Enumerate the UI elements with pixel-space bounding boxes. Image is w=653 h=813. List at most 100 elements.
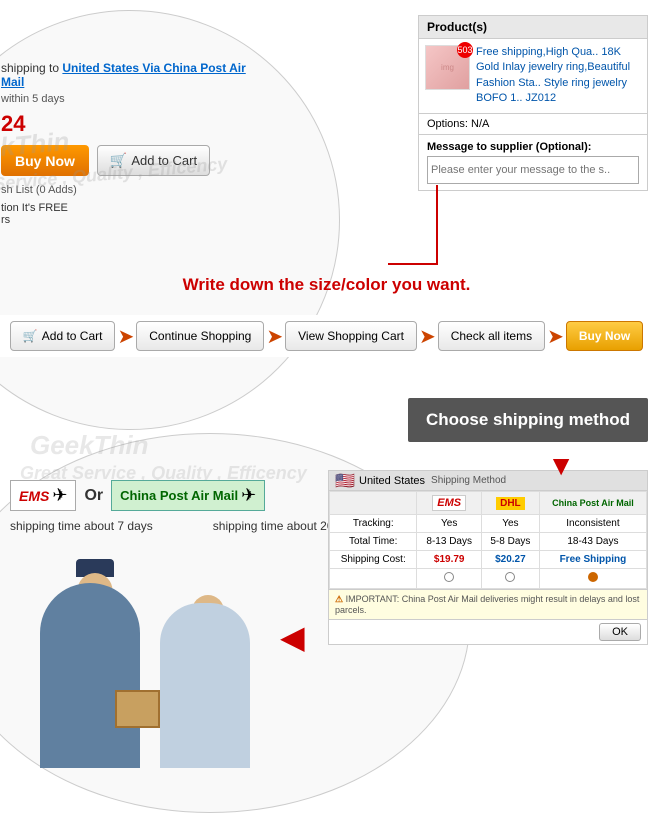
- radio-cp-cell[interactable]: [539, 569, 646, 589]
- tracking-cp-cell: Inconsistent: [539, 515, 646, 533]
- add-to-cart-label-sm: Add to Cart: [131, 153, 197, 168]
- write-down-text: Write down the size/color you want.: [183, 275, 471, 295]
- step-check-items[interactable]: Check all items: [438, 321, 545, 351]
- message-section: Message to supplier (Optional):: [419, 135, 647, 190]
- col-ems: EMS: [417, 492, 481, 515]
- protection-line: tion It's FREE: [1, 202, 261, 214]
- options-label: Options:: [427, 118, 468, 130]
- product-circle: shipping to United States Via China Post…: [0, 10, 340, 430]
- row-time: Total Time: 8-13 Days 5-8 Days 18-43 Day…: [330, 533, 647, 551]
- shipping-table-area: 🇺🇸 United States Shipping Method EMS DHL…: [328, 470, 648, 645]
- arrow-3: ➤: [419, 324, 436, 349]
- arrow-4: ➤: [547, 324, 564, 349]
- product-card: Product(s) 503 img Free shipping,High Qu…: [418, 15, 648, 191]
- radio-cp[interactable]: [588, 572, 598, 582]
- product-description: Free shipping,High Qua.. 18K Gold Inlay …: [476, 45, 641, 107]
- ok-btn-row: OK: [329, 619, 647, 644]
- ems-option-row: EMS ✈ Or China Post Air Mail ✈: [10, 480, 362, 511]
- important-note: ⚠ IMPORTANT: China Post Air Mail deliver…: [329, 589, 647, 619]
- package-box: [115, 690, 160, 728]
- important-note-text: IMPORTANT: China Post Air Mail deliverie…: [335, 594, 639, 615]
- arrow-left-big: ◀: [280, 618, 305, 656]
- ems-plane-icon: ✈: [52, 485, 67, 506]
- shipping-to-label: shipping to: [1, 61, 59, 75]
- cost-cp-cell: Free Shipping: [539, 551, 646, 569]
- cost-dhl-cell: $20.27: [481, 551, 539, 569]
- shipping-times-row: shipping time about 7 days shipping time…: [10, 517, 362, 533]
- arrow-1: ➤: [117, 324, 134, 349]
- ems-time-text: shipping time about 7 days: [10, 519, 153, 533]
- info-icon: ⚠: [335, 594, 343, 604]
- product-badge: 503: [457, 42, 473, 58]
- figure-right-container: [160, 603, 255, 768]
- action-buttons: Buy Now 🛒 Add to Cart: [1, 145, 261, 176]
- protection-sub: rs: [1, 214, 261, 226]
- tracking-label-cell: Tracking:: [330, 515, 417, 533]
- shipping-table-header-text: United States: [359, 475, 425, 487]
- step-buy-now[interactable]: Buy Now: [566, 321, 643, 351]
- figure-body-left: [40, 583, 140, 768]
- tracking-ems-cell: Yes: [417, 515, 481, 533]
- time-cp-cell: 18-43 Days: [539, 533, 646, 551]
- or-text: Or: [84, 487, 103, 505]
- connector-horizontal: [388, 263, 438, 265]
- connector-vertical: [436, 185, 438, 265]
- shipping-options-area: EMS ✈ Or China Post Air Mail ✈ shipping …: [10, 480, 362, 533]
- ems-logo-table: EMS: [432, 495, 466, 511]
- cart-icon-sm: 🛒: [110, 152, 127, 169]
- radio-dhl-cell[interactable]: [481, 569, 539, 589]
- price-value: 24: [1, 111, 25, 136]
- cost-label-cell: Shipping Cost:: [330, 551, 417, 569]
- ems-logo: EMS ✈: [10, 480, 76, 511]
- row-radio: [330, 569, 647, 589]
- col-empty: [330, 492, 417, 515]
- steps-bar: 🛒 Add to Cart ➤ Continue Shopping ➤ View…: [0, 315, 653, 357]
- wish-list-line: sh List (0 Adds): [1, 184, 261, 196]
- message-label: Message to supplier (Optional):: [427, 141, 639, 153]
- us-flag-icon: 🇺🇸: [335, 474, 355, 487]
- arrow-down-shipping: ▼: [547, 450, 575, 482]
- arrow-2: ➤: [266, 324, 283, 349]
- radio-empty-cell: [330, 569, 417, 589]
- step-continue-shopping[interactable]: Continue Shopping: [136, 321, 264, 351]
- china-post-text-table: China Post Air Mail: [552, 498, 634, 508]
- col-dhl: DHL: [481, 492, 539, 515]
- time-dhl-cell: 5-8 Days: [481, 533, 539, 551]
- radio-dhl[interactable]: [505, 572, 515, 582]
- add-to-cart-button-sm[interactable]: 🛒 Add to Cart: [97, 145, 210, 176]
- figure-left-container: [40, 583, 150, 768]
- radio-ems-cell[interactable]: [417, 569, 481, 589]
- radio-ems[interactable]: [444, 572, 454, 582]
- step-view-cart[interactable]: View Shopping Cart: [285, 321, 417, 351]
- price-display: 24: [1, 111, 261, 137]
- step-add-to-cart[interactable]: 🛒 Add to Cart: [10, 321, 116, 351]
- product-thumbnail: 503 img: [425, 45, 470, 90]
- choose-shipping-box: Choose shipping method: [408, 398, 648, 442]
- buy-now-button[interactable]: Buy Now: [1, 145, 89, 176]
- ems-text-table: EMS: [437, 497, 461, 509]
- china-post-text: China Post Air Mail: [120, 488, 238, 503]
- row-cost: Shipping Cost: $19.79 $20.27 Free Shippi…: [330, 551, 647, 569]
- china-post-logo: China Post Air Mail ✈: [111, 480, 265, 511]
- ems-text: EMS: [19, 488, 49, 504]
- cost-ems-cell: $19.79: [417, 551, 481, 569]
- shipping-table-header: 🇺🇸 United States Shipping Method: [329, 471, 647, 491]
- china-post-plane-icon: ✈: [241, 485, 256, 506]
- within-days: within 5 days: [1, 93, 261, 105]
- figure-body-right: [160, 603, 250, 768]
- time-label-cell: Total Time:: [330, 533, 417, 551]
- message-input[interactable]: [427, 156, 639, 184]
- shipping-method-label: Shipping Method: [431, 475, 506, 486]
- shipping-grid: EMS DHL China Post Air Mail Tracking: Ye…: [329, 491, 647, 589]
- ok-button[interactable]: OK: [599, 623, 641, 641]
- dhl-logo-table: DHL: [496, 497, 525, 510]
- shipping-to-line: shipping to United States Via China Post…: [1, 61, 261, 89]
- product-card-body: 503 img Free shipping,High Qua.. 18K Gol…: [419, 39, 647, 114]
- product-options: Options: N/A: [419, 114, 647, 135]
- row-tracking: Tracking: Yes Yes Inconsistent: [330, 515, 647, 533]
- delivery-person-area: [40, 578, 270, 768]
- time-ems-cell: 8-13 Days: [417, 533, 481, 551]
- options-value: N/A: [471, 118, 489, 130]
- product-circle-content: shipping to United States Via China Post…: [1, 61, 261, 226]
- product-card-header: Product(s): [419, 16, 647, 39]
